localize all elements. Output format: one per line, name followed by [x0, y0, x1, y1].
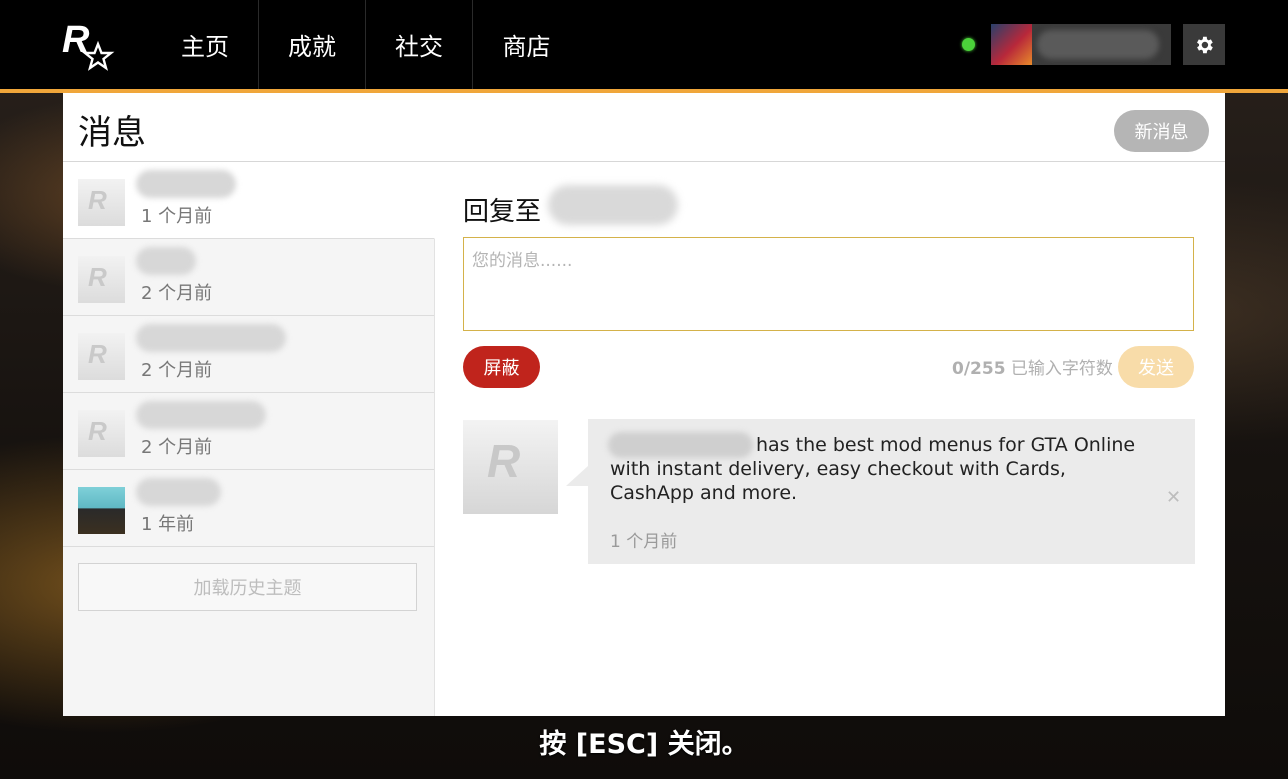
message-bubble: has the best mod menus for GTA Online wi… — [588, 419, 1195, 564]
conversation-list: R 1 个月前 R 2 个月前 R 2 个月前 R 2 个月前 1 年前 加载历… — [63, 162, 435, 716]
top-navigation-bar: R 主页 成就 社交 商店 — [0, 0, 1288, 93]
conversation-name-redacted — [136, 247, 196, 275]
conversation-item[interactable]: R 2 个月前 — [63, 393, 434, 470]
message-input[interactable] — [463, 237, 1194, 331]
conversation-name-redacted — [136, 401, 266, 429]
conversation-time: 1 个月前 — [141, 206, 213, 227]
settings-button[interactable] — [1183, 24, 1225, 65]
message-time: 1 个月前 — [610, 532, 678, 552]
conversation-name-redacted — [136, 478, 221, 506]
message-text: has the best mod menus for GTA Online wi… — [610, 434, 1136, 504]
online-status-dot — [962, 38, 975, 51]
nav-store[interactable]: 商店 — [473, 0, 580, 89]
nav-achievements[interactable]: 成就 — [259, 0, 366, 89]
close-icon[interactable]: ✕ — [1166, 487, 1181, 508]
nav-home[interactable]: 主页 — [152, 0, 259, 89]
conversation-item[interactable]: 1 年前 — [63, 470, 434, 547]
conversation-time: 1 年前 — [141, 514, 195, 535]
conversation-time: 2 个月前 — [141, 437, 213, 458]
conversation-time: 2 个月前 — [141, 283, 213, 304]
page-title: 消息 — [78, 113, 146, 153]
default-avatar-icon: R — [78, 179, 125, 226]
block-button[interactable]: 屏蔽 — [463, 346, 540, 388]
nav-social[interactable]: 社交 — [366, 0, 473, 89]
char-counter: 0/255 已输入字符数 — [952, 354, 1113, 379]
conversation-item[interactable]: R 2 个月前 — [63, 316, 434, 393]
new-message-button[interactable]: 新消息 — [1114, 110, 1209, 152]
panel-header: 消息 新消息 — [63, 93, 1225, 162]
avatar — [78, 487, 125, 534]
profile-name-redacted — [1037, 30, 1159, 59]
conversation-item[interactable]: R 1 个月前 — [63, 162, 435, 239]
default-avatar-icon: R — [78, 256, 125, 303]
default-avatar-icon: R — [78, 410, 125, 457]
gear-icon — [1197, 36, 1213, 53]
main-nav: 主页 成就 社交 商店 — [152, 0, 580, 89]
load-history-button[interactable]: 加载历史主题 — [78, 563, 417, 611]
conversation-name-redacted — [136, 324, 286, 352]
bubble-tail — [566, 466, 588, 486]
rockstar-logo[interactable]: R — [62, 18, 118, 74]
reply-to-label: 回复至 — [463, 197, 542, 227]
recipient-name-redacted — [548, 185, 678, 225]
sender-avatar-icon: R — [463, 420, 558, 514]
send-button[interactable]: 发送 — [1118, 346, 1194, 388]
conversation-time: 2 个月前 — [141, 360, 213, 381]
default-avatar-icon: R — [78, 333, 125, 380]
conversation-item[interactable]: R 2 个月前 — [63, 239, 434, 316]
profile-button[interactable] — [991, 24, 1171, 65]
messages-panel: 消息 新消息 R 1 个月前 R 2 个月前 R 2 个月前 R 2 个月前 1… — [63, 93, 1225, 716]
conversation-name-redacted — [136, 170, 236, 198]
char-count-value: 0/255 — [952, 359, 1006, 379]
avatar — [991, 24, 1032, 65]
esc-close-hint: 按 [ESC] 关闭。 — [539, 729, 749, 760]
char-count-suffix: 已输入字符数 — [1005, 359, 1113, 379]
